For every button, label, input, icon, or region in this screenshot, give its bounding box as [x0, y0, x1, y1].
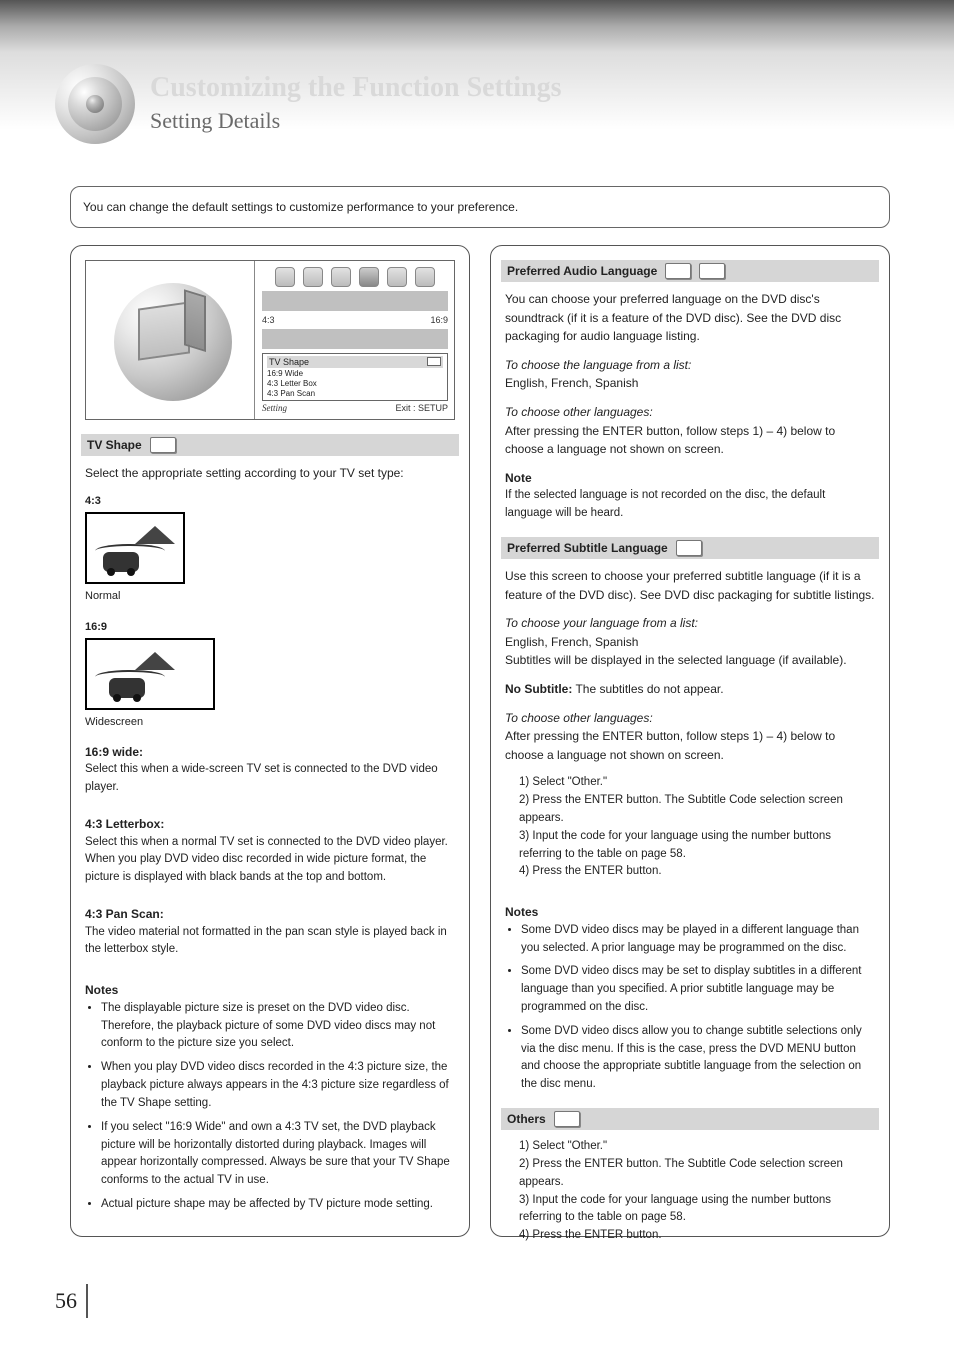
step-1: 1) Select "Other."	[519, 1138, 875, 1156]
thumb-caption-normal: Normal	[85, 588, 455, 605]
notes-heading: Notes	[505, 903, 875, 922]
intro-box: You can change the default settings to c…	[70, 186, 890, 228]
tv-shape-menu: TV Shape 16:9 Wide 4:3 Letter Box 4:3 Pa…	[262, 353, 448, 401]
option-name: 4:3 Pan Scan:	[85, 905, 455, 924]
option-desc: The video material not formatted in the …	[85, 924, 455, 960]
option-16-9: 16:9 wide: Select this when a wide-scree…	[85, 743, 455, 797]
step-1: 1) Select "Other."	[519, 774, 875, 792]
lead-text: To choose other languages:	[505, 405, 653, 419]
lead-text: To choose your language from a list:	[505, 616, 698, 630]
option-panscan: 4:3 Pan Scan: The video material not for…	[85, 905, 455, 959]
page-number: 56	[55, 1288, 77, 1314]
menu-item: 4:3 Letter Box	[267, 379, 317, 388]
nav-icon-1	[275, 267, 295, 287]
note-item: Some DVD video discs allow you to change…	[521, 1023, 875, 1094]
bar-label: Preferred Audio Language	[507, 264, 657, 278]
tv-cube-graphic	[138, 301, 190, 360]
note-item: If you select "16:9 Wide" and own a 4:3 …	[101, 1119, 455, 1190]
step-2: 2) Press the ENTER button. The Subtitle …	[519, 1156, 875, 1192]
step-4: 4) Press the ENTER button.	[519, 863, 875, 881]
note-text: If the selected language is not recorded…	[505, 487, 875, 523]
lang-list: English, French, Spanish	[505, 635, 638, 649]
option-name: 4:3 Letterbox:	[85, 815, 455, 834]
note-item: Some DVD video discs may be played in a …	[521, 922, 875, 958]
bar-label: Others	[507, 1112, 546, 1126]
section-bar-tv-shape: TV Shape	[81, 434, 459, 456]
thumb-label-wide: 16:9	[85, 619, 455, 636]
ratio-4-3: 4:3	[262, 315, 275, 325]
no-subtitle-desc: The subtitles do not appear.	[575, 682, 723, 696]
option-letterbox: 4:3 Letterbox: Select this when a normal…	[85, 815, 455, 887]
key-icon	[554, 1111, 580, 1127]
nav-icon-5	[387, 267, 407, 287]
body-para: You can choose your preferred language o…	[505, 290, 875, 346]
lead-text: To choose the language from a list:	[505, 358, 691, 372]
step-4: 4) Press the ENTER button.	[519, 1227, 875, 1245]
right-column: Preferred Audio Language You can choose …	[490, 245, 890, 1237]
body-para: Use this screen to choose your preferred…	[505, 567, 875, 604]
bar-label: Preferred Subtitle Language	[507, 541, 668, 555]
top-gradient	[0, 0, 954, 130]
left-column: 4:3 16:9 TV Shape 16:9 Wide 4:3 Letter B…	[70, 245, 470, 1237]
note-item: The displayable picture size is preset o…	[101, 1000, 455, 1053]
thumb-label-normal: 4:3	[85, 493, 455, 510]
nav-icon-2	[303, 267, 323, 287]
nav-icon-6	[415, 267, 435, 287]
notes-list: The displayable picture size is preset o…	[85, 1000, 455, 1214]
intro-text: You can change the default settings to c…	[83, 200, 518, 214]
key-icon	[676, 540, 702, 556]
note-item: When you play DVD video discs recorded i…	[101, 1059, 455, 1112]
bar-label: TV Shape	[87, 438, 142, 452]
body-text: After pressing the ENTER button, follow …	[505, 729, 835, 762]
section-bar-audio: Preferred Audio Language	[501, 260, 879, 282]
step-2: 2) Press the ENTER button. The Subtitle …	[519, 792, 875, 828]
body-text: After pressing the ENTER button, follow …	[505, 424, 835, 457]
page-indicator-icon	[427, 357, 441, 366]
option-name: 16:9 wide:	[85, 743, 455, 762]
note-item: Some DVD video discs may be set to displ…	[521, 963, 875, 1016]
section-bar-others: Others	[501, 1108, 879, 1130]
ratio-16-9: 16:9	[430, 315, 448, 325]
tail-text: Subtitles will be displayed in the selec…	[505, 653, 847, 667]
thumb-caption-wide: Widescreen	[85, 714, 455, 731]
menu-item: 16:9 Wide	[267, 369, 303, 378]
step-3: 3) Input the code for your language usin…	[519, 1192, 875, 1228]
body-para: Select the appropriate setting according…	[85, 464, 455, 483]
section-bar-subtitle: Preferred Subtitle Language	[501, 537, 879, 559]
menu-title: TV Shape	[269, 357, 309, 367]
option-desc: Select this when a normal TV set is conn…	[85, 834, 455, 887]
thumb-normal	[85, 512, 185, 584]
nav-icon-4-active	[359, 267, 379, 287]
page-title: Customizing the Function Settings	[150, 72, 561, 104]
option-desc: Select this when a wide-screen TV set is…	[85, 761, 455, 797]
key-icon	[699, 263, 725, 279]
no-subtitle-label: No Subtitle:	[505, 682, 572, 696]
key-icon	[150, 437, 176, 453]
note-item: Actual picture shape may be affected by …	[101, 1196, 455, 1214]
page-number-rule	[86, 1284, 88, 1318]
note-heading: Note	[505, 469, 875, 488]
nav-icon-3	[331, 267, 351, 287]
lead-text: To choose other languages:	[505, 711, 653, 725]
lang-list: English, French, Spanish	[505, 376, 638, 390]
exit-hint: Exit : SETUP	[395, 403, 448, 413]
setting-label: Setting	[262, 403, 287, 413]
page-subtitle: Setting Details	[150, 108, 280, 134]
section-orb-icon	[55, 64, 135, 144]
step-3: 3) Input the code for your language usin…	[519, 828, 875, 864]
menu-item: 4:3 Pan Scan	[267, 389, 315, 398]
key-icon	[665, 263, 691, 279]
notes-heading: Notes	[85, 981, 455, 1000]
notes-list: Some DVD video discs may be played in a …	[505, 922, 875, 1094]
nav-icons-row	[262, 267, 448, 287]
thumb-wide	[85, 638, 215, 710]
settings-screenshot: 4:3 16:9 TV Shape 16:9 Wide 4:3 Letter B…	[85, 260, 455, 420]
